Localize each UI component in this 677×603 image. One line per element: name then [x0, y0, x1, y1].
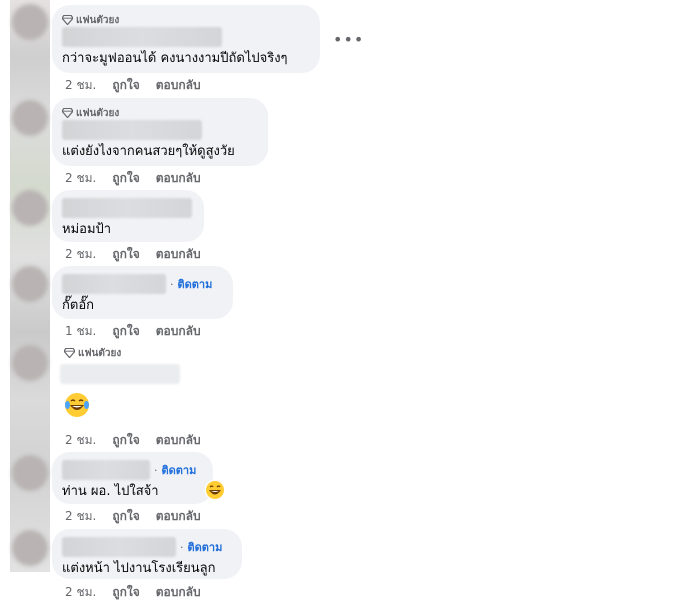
author-name[interactable] — [62, 120, 202, 140]
fan-badge: แฟนตัวยง — [62, 106, 256, 120]
like-button[interactable]: ถูกใจ — [112, 507, 139, 526]
laughing-tears-emoji — [65, 393, 89, 417]
author-name[interactable] — [62, 198, 192, 218]
comment: แฟนตัวยง กว่าจะมูฟออนได้ คงนางงามปีถัดไป… — [52, 5, 320, 73]
reply-button[interactable]: ตอบกลับ — [156, 431, 201, 450]
comment-actions: 2 ชม. ถูกใจ ตอบกลับ — [65, 583, 201, 602]
reply-button[interactable]: ตอบกลับ — [156, 169, 201, 188]
diamond-icon — [64, 348, 75, 358]
comment-actions: 2 ชม. ถูกใจ ตอบกลับ — [65, 76, 201, 95]
comment-bubble: หม่อมป้า — [52, 190, 204, 242]
reply-button[interactable]: ตอบกลับ — [156, 245, 201, 264]
avatar[interactable] — [12, 455, 48, 491]
like-button[interactable]: ถูกใจ — [112, 322, 139, 341]
comment-bubble: แฟนตัวยง กว่าจะมูฟออนได้ คงนางงามปีถัดไป… — [52, 5, 320, 73]
timestamp[interactable]: 2 ชม. — [65, 507, 96, 526]
diamond-icon — [62, 15, 73, 25]
reply-button[interactable]: ตอบกลับ — [156, 76, 201, 95]
avatar[interactable] — [12, 345, 48, 381]
comment-actions: 2 ชม. ถูกใจ ตอบกลับ — [65, 431, 201, 450]
comment-text: หม่อมป้า — [62, 222, 112, 237]
comment: · ติดตาม กั๊ตอั๊ก — [52, 266, 233, 319]
comment-bubble: · ติดตาม แต่งหน้า ไปงานโรงเรียนลูก — [52, 529, 242, 579]
like-button[interactable]: ถูกใจ — [112, 431, 139, 450]
comment: แฟนตัวยง — [52, 346, 180, 422]
comment: · ติดตาม ท่าน ผอ. ไปใสจ้า — [52, 452, 213, 504]
author-name[interactable] — [62, 537, 176, 557]
comment: แฟนตัวยง แต่งยังไงจากคนสวยๆให้ดูสูงวัย — [52, 98, 268, 166]
comment-text: กั๊ตอั๊ก — [62, 298, 94, 313]
comment-actions: 2 ชม. ถูกใจ ตอบกลับ — [65, 507, 201, 526]
badge-label: แฟนตัวยง — [76, 14, 120, 26]
like-button[interactable]: ถูกใจ — [112, 169, 139, 188]
like-button[interactable]: ถูกใจ — [112, 583, 139, 602]
avatar[interactable] — [12, 266, 48, 302]
comment-actions: 2 ชม. ถูกใจ ตอบกลับ — [65, 245, 201, 264]
follow-button[interactable]: ติดตาม — [162, 461, 197, 479]
comment-bubble: แฟนตัวยง แต่งยังไงจากคนสวยๆให้ดูสูงวัย — [52, 98, 268, 166]
fan-badge: แฟนตัวยง — [64, 346, 180, 360]
comment-text: ท่าน ผอ. ไปใสจ้า — [62, 484, 159, 499]
avatar[interactable] — [12, 190, 48, 226]
author-name[interactable] — [62, 274, 166, 294]
follow-button[interactable]: ติดตาม — [188, 538, 223, 556]
comment: หม่อมป้า — [52, 190, 204, 242]
follow-button[interactable]: ติดตาม — [178, 275, 213, 293]
author-name[interactable] — [60, 364, 180, 384]
timestamp[interactable]: 2 ชม. — [65, 583, 96, 602]
timestamp[interactable]: 2 ชม. — [65, 245, 96, 264]
comment-actions: 2 ชม. ถูกใจ ตอบกลับ — [65, 169, 201, 188]
timestamp[interactable]: 2 ชม. — [65, 76, 96, 95]
timestamp[interactable]: 2 ชม. — [65, 431, 96, 450]
fan-badge: แฟนตัวยง — [62, 13, 308, 27]
comment-bubble: · ติดตาม ท่าน ผอ. ไปใสจ้า — [52, 452, 213, 504]
avatar[interactable] — [12, 4, 48, 40]
avatar[interactable] — [12, 530, 48, 566]
timestamp[interactable]: 2 ชม. — [65, 169, 96, 188]
avatar[interactable] — [12, 100, 48, 136]
badge-label: แฟนตัวยง — [78, 347, 122, 359]
diamond-icon — [62, 108, 73, 118]
author-name[interactable] — [62, 460, 150, 480]
comment: · ติดตาม แต่งหน้า ไปงานโรงเรียนลูก — [52, 529, 242, 579]
comment-text: แต่งหน้า ไปงานโรงเรียนลูก — [62, 561, 216, 576]
reply-button[interactable]: ตอบกลับ — [156, 507, 201, 526]
comment-actions: 1 ชม. ถูกใจ ตอบกลับ — [65, 322, 201, 341]
author-name[interactable] — [62, 27, 222, 47]
timestamp[interactable]: 1 ชม. — [65, 322, 96, 341]
like-button[interactable]: ถูกใจ — [112, 245, 139, 264]
reply-button[interactable]: ตอบกลับ — [156, 583, 201, 602]
badge-label: แฟนตัวยง — [76, 107, 120, 119]
like-button[interactable]: ถูกใจ — [112, 76, 139, 95]
comment-text: กว่าจะมูฟออนได้ คงนางงามปีถัดไปจริงๆ — [62, 51, 288, 66]
comment-text: แต่งยังไงจากคนสวยๆให้ดูสูงวัย — [62, 144, 235, 159]
more-options-icon[interactable]: ••• — [333, 30, 364, 49]
comment-bubble: · ติดตาม กั๊ตอั๊ก — [52, 266, 233, 319]
laughing-emoji[interactable] — [204, 479, 226, 501]
reply-button[interactable]: ตอบกลับ — [156, 322, 201, 341]
